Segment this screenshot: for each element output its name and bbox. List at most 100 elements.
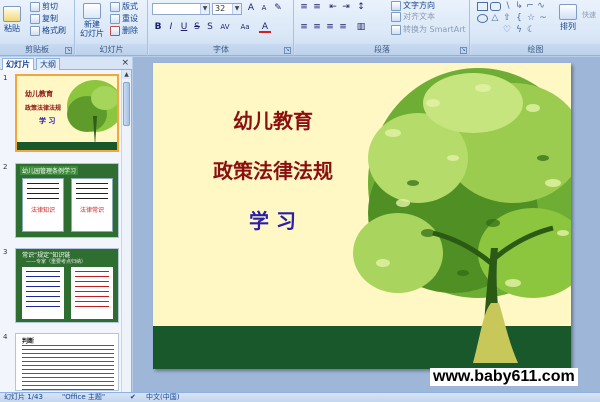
shrink-font-icon[interactable]: A [258, 3, 270, 14]
thumb2-right-text: 法律常识 [79, 207, 104, 214]
paragraph-launcher[interactable]: ↘ [460, 47, 467, 54]
font-size-combo[interactable]: 32 ▼ [212, 3, 242, 15]
lightning-shape-icon[interactable]: ϟ [513, 25, 525, 36]
brace-shape-icon[interactable]: { [513, 13, 525, 24]
watermark-text: www.baby611.com [430, 368, 578, 386]
layout-icon [110, 1, 120, 12]
font-name-combo[interactable]: ▼ [152, 3, 210, 15]
main-slide[interactable]: 幼儿教育 政策法律法规 学 习 [153, 63, 571, 369]
clipboard-launcher[interactable]: ↘ [65, 47, 72, 54]
drawing-group-label: 绘图 [471, 44, 600, 55]
thumb2-right-lines [76, 183, 108, 201]
clipboard-group: 粘贴 剪切 复制 格式刷 剪贴板 ↘ [0, 0, 75, 56]
oval-shape-icon[interactable] [477, 14, 488, 23]
italic-icon[interactable]: I [165, 22, 177, 33]
thumb3-sub: ——专家（重要考点归纳） [26, 259, 87, 265]
strikethrough-icon[interactable]: S [191, 22, 203, 33]
format-painter-button[interactable]: 格式刷 [30, 25, 66, 36]
triangle-shape-icon[interactable]: △ [489, 13, 501, 24]
slide-thumbnail-2[interactable]: 幼儿园管理条例学习 法律知识 法律常识 [15, 163, 119, 238]
decrease-indent-icon[interactable]: ⇤ [327, 2, 339, 13]
delete-icon [110, 25, 120, 36]
thumb2-left-lines [27, 183, 59, 201]
bullets-icon[interactable]: ≡ [298, 2, 310, 13]
tree-illustration [153, 68, 571, 369]
align-right-icon[interactable]: ≡ [324, 22, 336, 33]
grow-font-icon[interactable]: A [245, 3, 257, 14]
layout-button[interactable]: 版式 [110, 1, 138, 12]
delete-button[interactable]: 删除 [110, 25, 138, 36]
thumb2-right-card: 法律常识 [71, 178, 113, 232]
brush-icon [30, 25, 40, 36]
slide-title-1[interactable]: 幼儿教育 [233, 105, 313, 134]
smartart-button[interactable]: 转换为 SmartArt [391, 24, 466, 35]
scroll-thumb[interactable] [123, 82, 130, 126]
columns-icon[interactable]: ▥ [355, 22, 367, 33]
rectangle-shape-icon[interactable] [477, 2, 488, 11]
font-launcher[interactable]: ↘ [284, 47, 291, 54]
increase-indent-icon[interactable]: ⇥ [340, 2, 352, 13]
bold-icon[interactable]: B [152, 22, 164, 33]
thumbnail-row[interactable]: 1 幼儿教育 政策法律法规 学 习 [0, 74, 122, 152]
thumb-title-1: 幼儿教育 [25, 90, 53, 98]
arrange-button[interactable]: 排列 [559, 4, 577, 32]
numbering-icon[interactable]: ≡ [311, 2, 323, 13]
underline-icon[interactable]: U [178, 22, 190, 33]
slide-title-2[interactable]: 政策法律法规 [213, 155, 333, 184]
spellcheck-icon[interactable]: ✔ [130, 393, 136, 402]
scroll-up-icon[interactable]: ▲ [122, 70, 131, 79]
new-slide-button[interactable]: 新建 幻灯片 [80, 3, 104, 38]
thumb2-left-card: 法律知识 [22, 178, 64, 232]
panel-scrollbar[interactable]: ▲ [121, 70, 131, 392]
justify-icon[interactable]: ≡ [337, 22, 349, 33]
thumbnail-row[interactable]: 4 判断 [0, 333, 122, 391]
chevron-down-icon[interactable]: ▼ [232, 4, 241, 14]
shadow-icon[interactable]: S [204, 22, 216, 33]
thumb-title-2: 政策法律法规 [25, 105, 62, 112]
reset-button[interactable]: 重设 [110, 13, 138, 24]
smartart-icon [391, 24, 401, 35]
line-spacing-icon[interactable]: ↕ [355, 2, 367, 13]
change-case-icon[interactable]: Aa [239, 22, 251, 33]
tab-outline[interactable]: 大纲 [36, 58, 60, 70]
paste-icon [3, 6, 21, 22]
cut-button[interactable]: 剪切 [30, 1, 58, 12]
language-status[interactable]: 中文(中国) [146, 393, 179, 402]
font-color-icon[interactable]: A [259, 22, 271, 33]
text-direction-button[interactable]: 文字方向 [391, 0, 435, 11]
align-left-icon[interactable]: ≡ [298, 22, 310, 33]
chevron-down-icon[interactable]: ▼ [200, 4, 209, 14]
close-icon[interactable]: × [121, 58, 129, 68]
thumb3-right-lines [75, 271, 109, 311]
spacing-icon[interactable]: AV [219, 22, 231, 33]
curve-shape-icon[interactable]: ∿ [535, 1, 547, 12]
slide-thumbnail-1[interactable]: 幼儿教育 政策法律法规 学 习 [15, 74, 119, 152]
thumb4-heading: 判断 [22, 338, 35, 345]
thumb3-left-lines [26, 271, 60, 311]
slide-title-3[interactable]: 学 习 [249, 205, 296, 234]
new-slide-icon [83, 3, 101, 19]
thumbnail-row[interactable]: 2 幼儿园管理条例学习 法律知识 法律常识 [0, 163, 122, 238]
align-text-icon [391, 11, 401, 22]
panel-tabs: 幻灯片 大纲 × [0, 57, 132, 70]
slide-thumbnail-3[interactable]: 常识“规定”知识链 ——专家（重要考点归纳） [15, 248, 119, 323]
thumbnail-row[interactable]: 3 常识“规定”知识链 ——专家（重要考点归纳） [0, 248, 122, 323]
quick-styles-button[interactable]: 快速 [582, 10, 596, 20]
paste-button[interactable]: 粘贴 [3, 6, 21, 34]
clear-format-icon[interactable]: ✎ [272, 3, 284, 14]
font-group-label: 字体 [149, 44, 293, 55]
rounded-rect-shape-icon[interactable] [490, 2, 501, 11]
freeform-shape-icon[interactable]: ~ [537, 13, 549, 24]
status-bar: 幻灯片 1/43 "Office 主题" ✔ 中文(中国) [0, 392, 600, 402]
tab-slides[interactable]: 幻灯片 [2, 58, 34, 70]
align-text-button[interactable]: 对齐文本 [391, 11, 435, 22]
star-shape-icon[interactable]: ☆ [525, 13, 537, 24]
heart-shape-icon[interactable]: ♡ [501, 25, 513, 36]
align-center-icon[interactable]: ≡ [311, 22, 323, 33]
slide-number: 3 [3, 248, 8, 256]
moon-shape-icon[interactable]: ☾ [525, 25, 537, 36]
copy-icon [30, 13, 40, 24]
slide-thumbnail-4[interactable]: 判断 [15, 333, 119, 391]
copy-button[interactable]: 复制 [30, 13, 58, 24]
arrow-shape-icon[interactable]: ⇧ [501, 13, 513, 24]
